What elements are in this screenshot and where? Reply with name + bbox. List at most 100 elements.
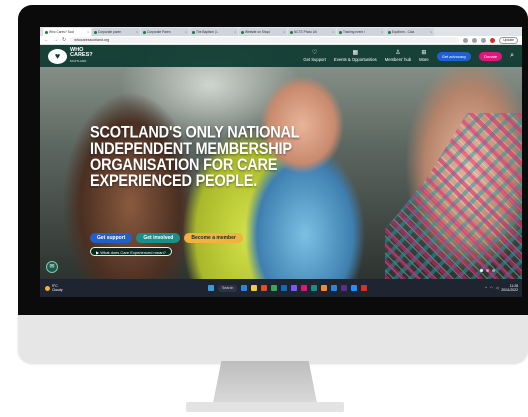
tab-label: Corporate paren <box>98 30 122 34</box>
nav-events[interactable]: ▦ Events & Opportunities <box>334 50 377 62</box>
browser-tab[interactable]: The Baptism | L × <box>190 28 238 36</box>
browser-tab[interactable]: Website on Shopi × <box>239 28 287 36</box>
browser-tab[interactable]: NCTS Photo Lib × <box>288 28 336 36</box>
weather-desc: Cloudy <box>52 288 63 292</box>
nav-get-support[interactable]: ♡ Get Support <box>303 50 326 62</box>
favicon-icon <box>94 30 97 34</box>
web-page: ♥ WHO CARES? SCOTLAND ♡ Get Support ▦ Ev… <box>40 45 522 279</box>
monitor-chin <box>18 315 528 363</box>
close-icon[interactable]: × <box>87 28 89 36</box>
site-navbar: ♥ WHO CARES? SCOTLAND ♡ Get Support ▦ Ev… <box>40 45 522 67</box>
tab-label: Equiform - Cola <box>392 30 415 34</box>
favicon-icon <box>388 30 391 34</box>
forward-icon[interactable]: → <box>53 36 58 45</box>
user-icon: ♙ <box>395 50 401 56</box>
browser-address-bar: ← → ↻ whocaresscotland.org Update <box>40 36 522 45</box>
browser-tab-bar: Who Cares? Scot × Corporate paren × Corporat… <box>40 27 522 36</box>
favicon-icon <box>192 30 195 34</box>
browser-tab[interactable]: Training event i × <box>337 28 385 36</box>
donate-button[interactable]: Donate <box>479 51 503 61</box>
taskbar-search[interactable]: Search <box>218 284 238 292</box>
taskbar-app-icon[interactable] <box>251 285 258 291</box>
taskbar-app-icon[interactable] <box>331 285 338 291</box>
taskbar-app-icon[interactable] <box>241 285 248 291</box>
weather-icon <box>45 285 50 291</box>
close-icon[interactable]: × <box>430 28 432 36</box>
logo-line-3: SCOTLAND <box>70 59 87 63</box>
screen: Who Cares? Scot × Corporate paren × Corporat… <box>40 27 522 297</box>
site-logo[interactable]: ♥ WHO CARES? SCOTLAND <box>48 47 93 65</box>
update-button[interactable]: Update <box>499 36 518 44</box>
taskbar-app-icon[interactable] <box>271 285 278 291</box>
favicon-icon <box>241 30 244 34</box>
share-icon[interactable] <box>463 37 469 43</box>
chevron-up-icon[interactable]: ^ <box>485 286 487 290</box>
monitor: Who Cares? Scot × Corporate paren × Corporat… <box>18 5 528 363</box>
search-icon[interactable]: ⌕ <box>510 52 514 60</box>
calendar-icon: ▦ <box>352 50 359 56</box>
close-icon[interactable]: × <box>332 28 334 36</box>
tab-label: Training event i <box>343 30 365 34</box>
close-icon[interactable]: × <box>381 28 383 36</box>
browser-tab[interactable]: Corporate Paren × <box>141 28 189 36</box>
clock-date: 20/11/2022 <box>501 288 518 292</box>
close-icon[interactable]: × <box>234 28 236 36</box>
browser-tab[interactable]: Corporate paren × <box>92 28 140 36</box>
heart-logo-icon: ♥ <box>48 48 67 64</box>
taskbar-app-icon[interactable] <box>291 285 298 291</box>
hero-buttons: Get support Get involved Become a member <box>90 233 243 243</box>
taskbar-apps: Search <box>208 279 368 297</box>
taskbar-app-icon[interactable] <box>361 285 368 291</box>
taskbar-app-icon[interactable] <box>301 285 308 291</box>
tab-label: Website on Shopi <box>245 30 270 34</box>
get-advocacy-button[interactable]: Get advocacy <box>436 51 472 61</box>
carousel-dots <box>480 269 495 272</box>
clock[interactable]: 11:28 20/11/2022 <box>501 284 518 292</box>
logo-text: WHO CARES? SCOTLAND <box>70 47 93 65</box>
monitor-stand-base <box>186 402 344 412</box>
taskbar-app-icon[interactable] <box>351 285 358 291</box>
get-involved-button[interactable]: Get involved <box>136 233 181 243</box>
taskbar-app-icon[interactable] <box>311 285 318 291</box>
taskbar-app-icon[interactable] <box>341 285 348 291</box>
get-support-button[interactable]: Get support <box>90 233 133 243</box>
tartan-pattern <box>385 113 522 279</box>
hero-title: Scotland's only national independent mem… <box>90 123 300 191</box>
taskbar-app-icon[interactable] <box>281 285 288 291</box>
logo-line-2: CARES? <box>70 52 93 59</box>
care-experienced-meaning-button[interactable]: ▶ What does Care Experienced mean? <box>90 247 172 256</box>
bookmark-icon[interactable] <box>472 37 478 43</box>
become-member-button[interactable]: Become a member <box>184 233 243 243</box>
url-field[interactable]: whocaresscotland.org <box>70 37 460 43</box>
profile-avatar[interactable] <box>490 37 496 43</box>
nav-label: Members' hub <box>384 57 412 62</box>
taskbar-app-icon[interactable] <box>261 285 268 291</box>
nav-members-hub[interactable]: ♙ Members' hub <box>385 50 411 62</box>
close-icon[interactable]: × <box>283 28 285 36</box>
volume-icon[interactable]: ◁ <box>496 286 499 290</box>
carousel-dot[interactable] <box>492 269 495 272</box>
chat-icon[interactable]: ✉ <box>46 261 58 273</box>
tab-label: NCTS Photo Lib <box>294 30 318 34</box>
carousel-dot[interactable] <box>480 269 483 272</box>
nav-label: Get Support <box>303 57 326 62</box>
nav-more[interactable]: ⊞ More <box>419 50 429 62</box>
wifi-icon[interactable]: ◠ <box>490 286 493 290</box>
care-experienced-meaning-label: What does Care Experienced mean? <box>100 250 166 255</box>
back-icon[interactable]: ← <box>44 36 49 45</box>
nav-label: More <box>419 57 429 62</box>
taskbar-app-icon[interactable] <box>321 285 328 291</box>
system-tray: ^ ◠ ◁ 11:28 20/11/2022 <box>485 279 518 297</box>
carousel-dot[interactable] <box>486 269 489 272</box>
nav-links: ♡ Get Support ▦ Events & Opportunities ♙… <box>303 45 514 67</box>
reload-icon[interactable]: ↻ <box>62 36 66 45</box>
extensions-icon[interactable] <box>481 37 487 43</box>
close-icon[interactable]: × <box>185 28 187 36</box>
browser-tab[interactable]: Equiform - Cola × <box>386 28 434 36</box>
favicon-icon <box>339 30 342 34</box>
weather-widget[interactable]: 9°C Cloudy <box>45 284 63 292</box>
heart-icon: ♡ <box>311 50 318 56</box>
start-icon[interactable] <box>208 285 214 291</box>
close-icon[interactable]: × <box>136 28 138 36</box>
browser-tab[interactable]: Who Cares? Scot × <box>43 28 91 36</box>
